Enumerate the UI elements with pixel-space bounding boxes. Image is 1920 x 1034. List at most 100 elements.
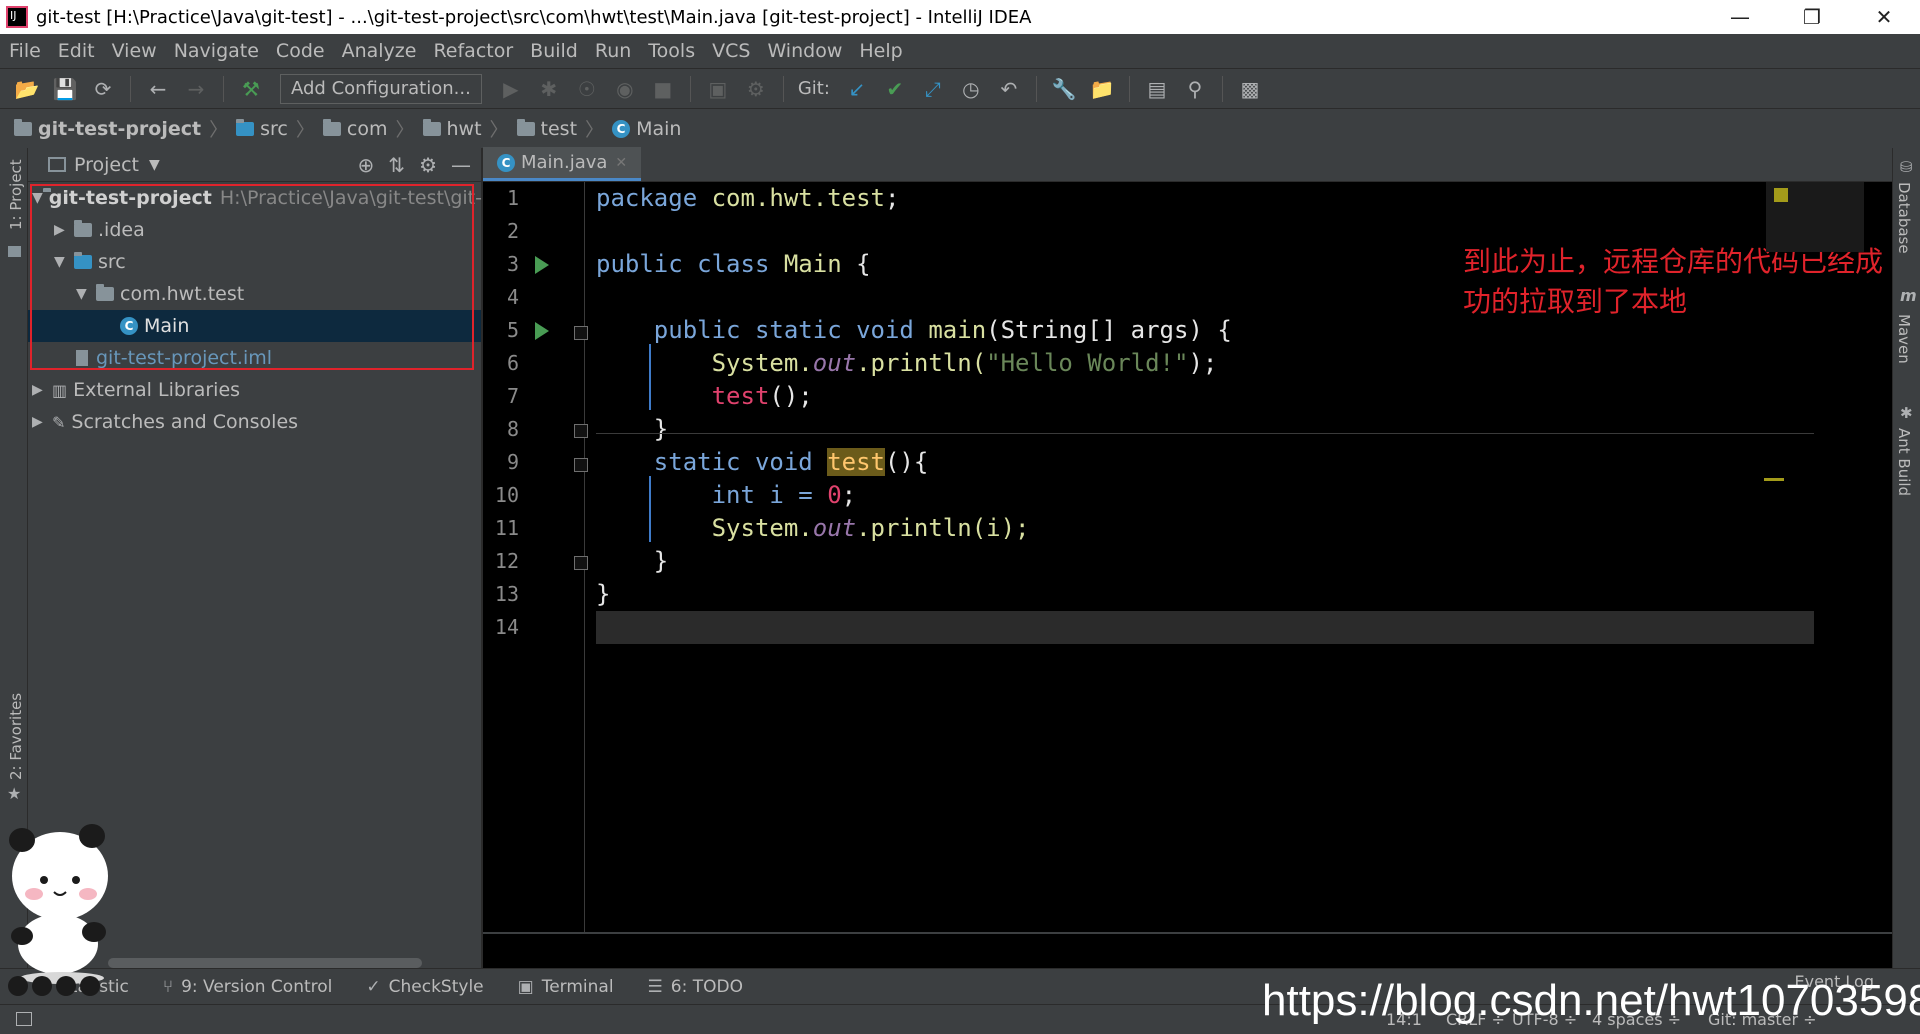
run-main-icon[interactable] bbox=[535, 322, 549, 340]
run-icon[interactable]: ▶ bbox=[494, 74, 528, 104]
search-icon[interactable]: ⚲ bbox=[1178, 74, 1212, 104]
maximize-button[interactable]: ❐ bbox=[1776, 0, 1848, 34]
expanded-arrow-icon[interactable]: ▼ bbox=[54, 254, 74, 270]
breadcrumb-item-project[interactable]: git-test-project bbox=[14, 118, 201, 140]
close-button[interactable]: ✕ bbox=[1848, 0, 1920, 34]
minimize-button[interactable]: — bbox=[1704, 0, 1776, 34]
stop-icon[interactable]: ■ bbox=[646, 74, 680, 104]
tree-item-root[interactable]: ▼ git-test-project H:\Practice\Java\git-… bbox=[28, 182, 482, 214]
fold-marker-icon[interactable] bbox=[574, 556, 588, 570]
checkstyle-tool-tab[interactable]: ✓ CheckStyle bbox=[366, 977, 483, 997]
menu-navigate[interactable]: Navigate bbox=[165, 40, 267, 62]
open-folder-icon[interactable]: 📂 bbox=[10, 74, 44, 104]
git-rollback-icon[interactable]: ↶ bbox=[992, 74, 1026, 104]
menu-window[interactable]: Window bbox=[758, 40, 850, 62]
collapsed-arrow-icon[interactable]: ▶ bbox=[32, 414, 52, 430]
tree-item-iml[interactable]: git-test-project.iml bbox=[28, 342, 481, 374]
database-tool-tab[interactable]: Database bbox=[1895, 182, 1913, 254]
todo-tool-tab[interactable]: ☰ 6: TODO bbox=[648, 977, 743, 997]
project-view-selector[interactable]: Project bbox=[74, 154, 139, 176]
line-number: 12 bbox=[494, 549, 519, 573]
panda-sticker-image bbox=[8, 824, 108, 996]
breadcrumb-item-com[interactable]: com bbox=[322, 118, 387, 140]
settings-wrench-icon[interactable]: 🔧 bbox=[1047, 74, 1081, 104]
expanded-arrow-icon[interactable]: ▼ bbox=[76, 286, 96, 302]
git-update-icon[interactable]: ↙ bbox=[840, 74, 874, 104]
editor-bottom-strip bbox=[483, 932, 1892, 968]
menu-analyze[interactable]: Analyze bbox=[333, 40, 425, 62]
terminal-window-icon[interactable]: ▤ bbox=[1140, 74, 1174, 104]
maven-tool-tab[interactable]: Maven bbox=[1895, 314, 1913, 364]
editor-gutter: 1 2 3 4 5 6 7 8 9 10 11 12 13 14 bbox=[483, 182, 588, 968]
expanded-arrow-icon[interactable]: ▼ bbox=[32, 190, 43, 206]
collapsed-arrow-icon[interactable]: ▶ bbox=[54, 222, 74, 238]
collapse-all-icon[interactable]: ⇅ bbox=[388, 153, 405, 177]
error-stripe-mark[interactable] bbox=[1764, 478, 1784, 481]
tab-main-java[interactable]: C Main.java ✕ bbox=[483, 147, 642, 181]
menu-build[interactable]: Build bbox=[521, 40, 586, 62]
breadcrumb-item-test[interactable]: test bbox=[516, 118, 577, 140]
presentation-icon[interactable]: ▩ bbox=[1233, 74, 1267, 104]
locate-target-icon[interactable]: ⊕ bbox=[358, 153, 375, 177]
menu-code[interactable]: Code bbox=[267, 40, 333, 62]
ant-build-tool-tab[interactable]: Ant Build bbox=[1895, 428, 1913, 496]
menu-refactor[interactable]: Refactor bbox=[424, 40, 521, 62]
add-configuration-button[interactable]: Add Configuration... bbox=[280, 73, 482, 104]
line-number: 8 bbox=[506, 417, 519, 441]
line-number: 7 bbox=[506, 384, 519, 408]
close-tab-icon[interactable]: ✕ bbox=[615, 155, 627, 171]
run-class-icon[interactable] bbox=[535, 256, 549, 274]
tree-item-external-libraries[interactable]: ▶ ▥ External Libraries bbox=[28, 374, 481, 406]
terminal-tool-tab[interactable]: ▣ Terminal bbox=[518, 977, 614, 997]
version-control-tool-tab[interactable]: ⑂ 9: Version Control bbox=[163, 977, 333, 997]
git-commit-icon[interactable]: ✔ bbox=[878, 74, 912, 104]
inspection-status-icon[interactable] bbox=[1774, 188, 1788, 202]
git-compare-icon[interactable]: ⤢ bbox=[916, 74, 950, 104]
save-all-icon[interactable]: 💾 bbox=[48, 74, 82, 104]
line-number: 6 bbox=[506, 351, 519, 375]
tree-item-package[interactable]: ▼ com.hwt.test bbox=[28, 278, 481, 310]
fold-marker-icon[interactable] bbox=[574, 326, 588, 340]
attach-debugger-icon[interactable]: ⚙ bbox=[739, 74, 773, 104]
project-tool-tab[interactable]: 1: Project bbox=[7, 159, 25, 230]
forward-arrow-icon[interactable]: → bbox=[179, 74, 213, 104]
fold-marker-icon[interactable] bbox=[574, 458, 588, 472]
menu-vcs[interactable]: VCS bbox=[703, 40, 758, 62]
line-number: 9 bbox=[506, 450, 519, 474]
maven-icon: m bbox=[1900, 286, 1917, 305]
git-history-icon[interactable]: ◷ bbox=[954, 74, 988, 104]
tree-item-idea[interactable]: ▶ .idea bbox=[28, 214, 481, 246]
java-class-icon: C bbox=[612, 119, 631, 138]
breadcrumb-item-src[interactable]: src bbox=[236, 118, 288, 140]
menu-run[interactable]: Run bbox=[586, 40, 639, 62]
back-arrow-icon[interactable]: ← bbox=[141, 74, 175, 104]
profile-icon[interactable]: ◉ bbox=[608, 74, 642, 104]
hide-panel-icon[interactable]: — bbox=[451, 153, 471, 177]
device-icon[interactable]: ▣ bbox=[701, 74, 735, 104]
fold-marker-icon[interactable] bbox=[574, 424, 588, 438]
breadcrumb-item-main[interactable]: C Main bbox=[612, 118, 681, 140]
collapsed-arrow-icon[interactable]: ▶ bbox=[32, 382, 52, 398]
build-hammer-icon[interactable]: ⚒ bbox=[234, 74, 268, 104]
horizontal-scrollbar[interactable] bbox=[108, 958, 422, 968]
toolbar-separator bbox=[782, 75, 784, 102]
chevron-down-icon[interactable]: ▼ bbox=[149, 157, 160, 173]
debug-icon[interactable]: ✱ bbox=[532, 74, 566, 104]
tree-item-main[interactable]: C Main bbox=[28, 310, 481, 342]
menu-edit[interactable]: Edit bbox=[49, 40, 103, 62]
project-structure-icon[interactable]: 📁 bbox=[1085, 74, 1119, 104]
gear-icon[interactable]: ⚙ bbox=[419, 153, 437, 177]
tree-item-src[interactable]: ▼ src bbox=[28, 246, 481, 278]
tree-item-scratches[interactable]: ▶ ✎ Scratches and Consoles bbox=[28, 406, 481, 438]
run-with-coverage-icon[interactable]: ☉ bbox=[570, 74, 604, 104]
menu-view[interactable]: View bbox=[103, 40, 165, 62]
ant-icon: ✱ bbox=[1900, 404, 1913, 422]
breadcrumb-item-hwt[interactable]: hwt bbox=[422, 118, 482, 140]
sync-icon[interactable]: ⟳ bbox=[86, 74, 120, 104]
toggle-tool-windows-icon[interactable] bbox=[16, 1012, 32, 1026]
menu-help[interactable]: Help bbox=[850, 40, 910, 62]
menu-file[interactable]: File bbox=[0, 40, 49, 62]
favorites-tool-tab[interactable]: 2: Favorites bbox=[7, 693, 25, 780]
menu-tools[interactable]: Tools bbox=[639, 40, 703, 62]
toolbar-separator bbox=[1035, 75, 1037, 102]
